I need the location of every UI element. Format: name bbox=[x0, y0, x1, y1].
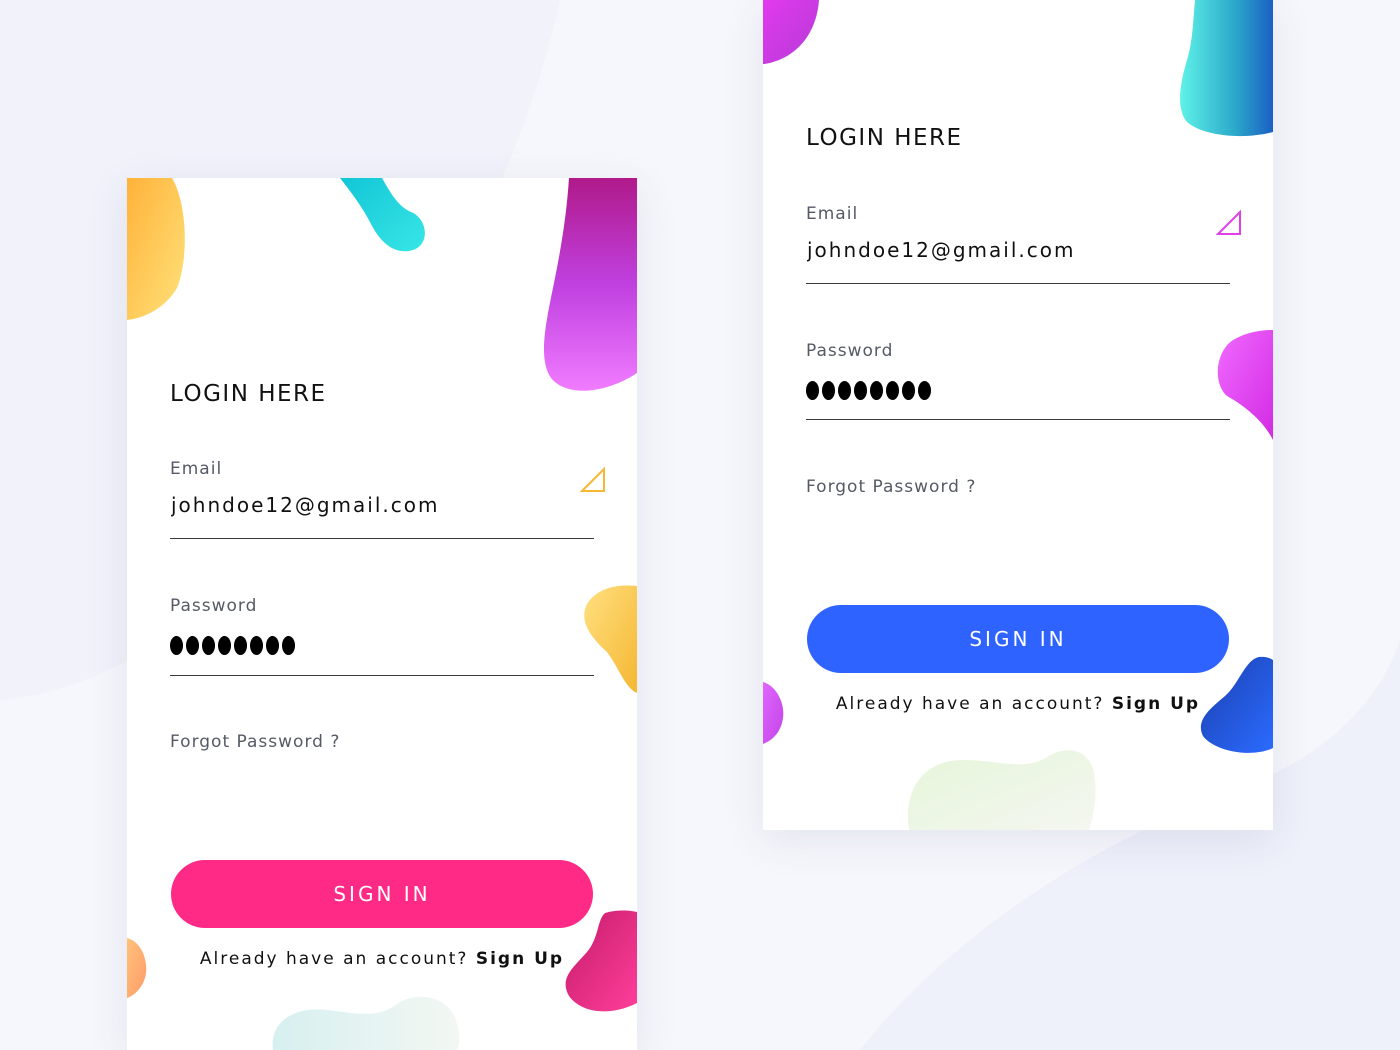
login-card-pink: LOGIN HERE Email Password Forgot Passwor… bbox=[127, 178, 637, 1050]
email-label: Email bbox=[806, 204, 859, 224]
email-input[interactable] bbox=[171, 493, 571, 517]
password-label: Password bbox=[170, 596, 258, 616]
password-dot bbox=[250, 636, 263, 655]
sign-up-link[interactable]: Sign Up bbox=[476, 949, 564, 969]
page-title: LOGIN HERE bbox=[806, 125, 963, 151]
password-dot bbox=[266, 636, 279, 655]
account-prompt-text: Already have an account? bbox=[835, 694, 1105, 714]
sign-in-button[interactable]: SIGN IN bbox=[171, 860, 593, 928]
page-title: LOGIN HERE bbox=[170, 381, 327, 407]
password-dot bbox=[886, 381, 899, 400]
password-dot bbox=[822, 381, 835, 400]
sign-in-button[interactable]: SIGN IN bbox=[807, 605, 1229, 673]
email-input[interactable] bbox=[807, 238, 1207, 262]
password-input[interactable] bbox=[170, 636, 295, 655]
password-dot bbox=[282, 636, 295, 655]
password-dot bbox=[854, 381, 867, 400]
corner-check-icon bbox=[579, 466, 605, 492]
password-dot bbox=[234, 636, 247, 655]
password-dot bbox=[838, 381, 851, 400]
forgot-password-link[interactable]: Forgot Password ? bbox=[806, 477, 976, 497]
email-label: Email bbox=[170, 459, 223, 479]
corner-check-icon bbox=[1215, 209, 1241, 235]
password-label: Password bbox=[806, 341, 894, 361]
password-dot bbox=[806, 381, 819, 400]
password-dot bbox=[218, 636, 231, 655]
password-dot bbox=[902, 381, 915, 400]
password-dot bbox=[918, 381, 931, 400]
account-prompt-text: Already have an account? bbox=[199, 949, 469, 969]
password-underline bbox=[806, 419, 1230, 420]
sign-up-link[interactable]: Sign Up bbox=[1112, 694, 1200, 714]
password-dot bbox=[202, 636, 215, 655]
forgot-password-link[interactable]: Forgot Password ? bbox=[170, 732, 340, 752]
password-underline bbox=[170, 675, 594, 676]
signup-prompt: Already have an account? Sign Up bbox=[763, 694, 1273, 714]
signup-prompt: Already have an account? Sign Up bbox=[127, 949, 637, 969]
password-dot bbox=[170, 636, 183, 655]
email-underline bbox=[170, 538, 594, 539]
password-dot bbox=[186, 636, 199, 655]
password-dot bbox=[870, 381, 883, 400]
password-input[interactable] bbox=[806, 381, 931, 400]
login-card-blue: LOGIN HERE Email Password Forgot Passwor… bbox=[763, 0, 1273, 830]
email-underline bbox=[806, 283, 1230, 284]
